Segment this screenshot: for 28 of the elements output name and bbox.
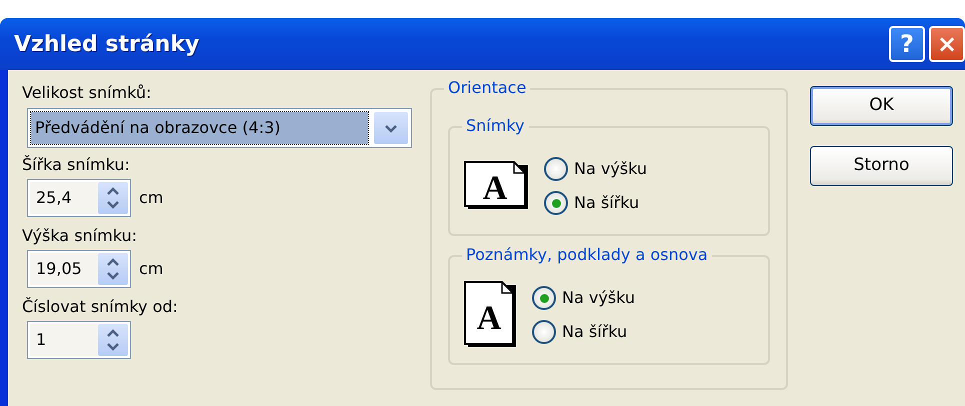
number-spinner[interactable]: 19,05 xyxy=(27,250,131,288)
radio-label[interactable]: Na výšku xyxy=(562,287,636,309)
help-button[interactable]: ? xyxy=(889,26,925,62)
field-label: Šířka snímku: xyxy=(22,154,131,176)
radio-label[interactable]: Na šířku xyxy=(562,321,628,343)
cancel-button[interactable]: Storno xyxy=(810,146,953,186)
radio-button[interactable] xyxy=(544,191,568,215)
unit-label: cm xyxy=(139,258,164,280)
number-spinner[interactable]: 1 xyxy=(27,321,131,359)
unit-label: cm xyxy=(139,187,164,209)
field-label: Číslovat snímky od: xyxy=(22,296,179,318)
group-title: Snímky xyxy=(462,115,528,137)
radio-button[interactable] xyxy=(532,286,556,310)
window-title: Vzhled stránky xyxy=(14,30,200,58)
radio-label[interactable]: Na šířku xyxy=(574,192,640,214)
ok-button[interactable]: OK xyxy=(810,86,953,126)
radio-button[interactable] xyxy=(544,157,568,181)
radio-button[interactable] xyxy=(532,320,556,344)
radio-label[interactable]: Na výšku xyxy=(574,158,648,180)
group-title: Poznámky, podklady a osnova xyxy=(462,244,712,266)
close-button[interactable]: × xyxy=(929,26,965,62)
number-spinner[interactable]: 25,4 xyxy=(27,179,131,217)
field-label: Výška snímku: xyxy=(22,225,138,247)
field-label: Velikost snímků: xyxy=(22,82,152,104)
slide-size-dropdown[interactable]: Předvádění na obrazovce (4:3) xyxy=(27,108,412,148)
up-down-arrows-icon xyxy=(105,256,121,282)
up-down-arrows-icon xyxy=(105,327,121,353)
up-down-arrows-icon xyxy=(105,185,121,211)
